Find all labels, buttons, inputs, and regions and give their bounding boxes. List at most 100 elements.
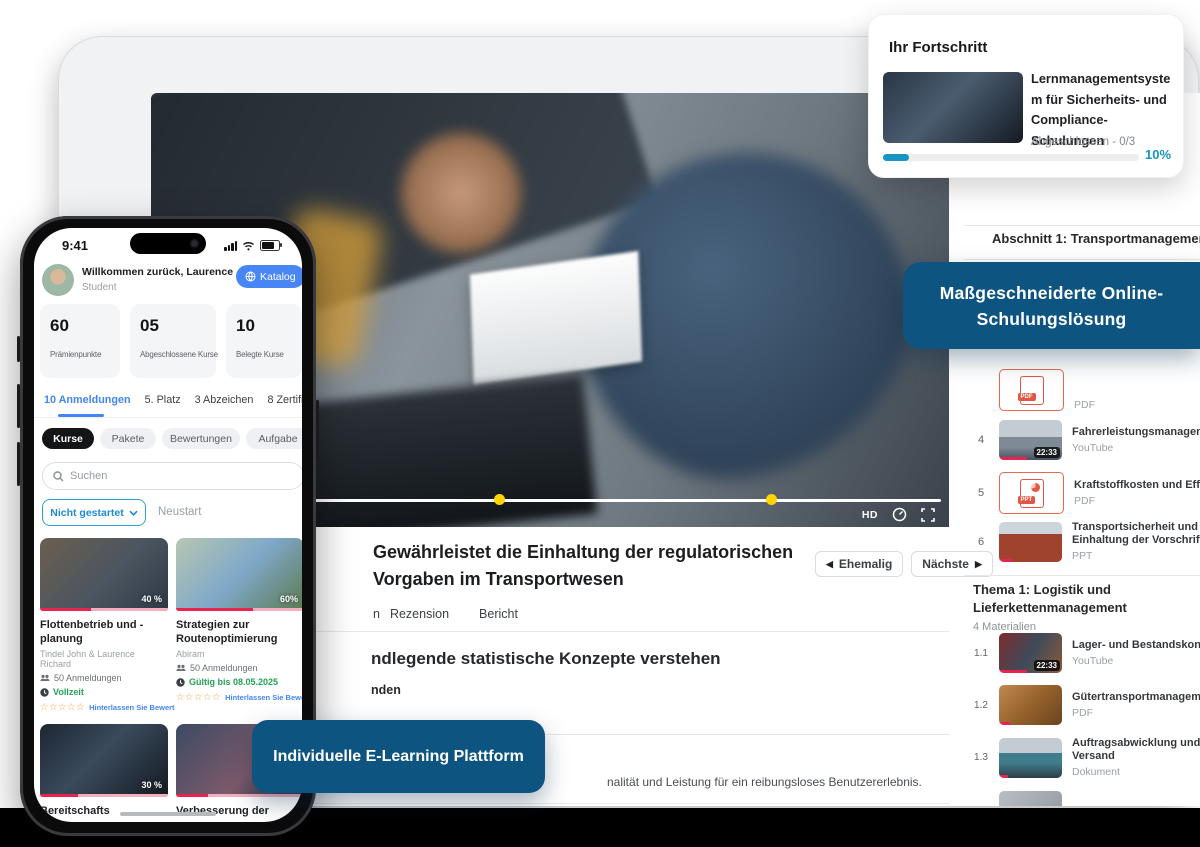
seek-marker-icon[interactable] (494, 494, 505, 505)
course-author: Tindel John & Laurence Richard (40, 649, 168, 669)
catalog-button[interactable]: Katalog (236, 265, 302, 288)
ribbon-line-2: Schulungslösung (977, 306, 1127, 332)
battery-icon (260, 240, 280, 251)
search-placeholder: Suchen (70, 470, 107, 482)
lesson-item[interactable]: 6 Transportsicherheit und Einhaltung der… (973, 521, 1200, 562)
active-tab-indicator (58, 414, 104, 417)
dynamic-island (130, 233, 206, 254)
stat-value: 60 (50, 316, 69, 336)
course-thumbnail: 40 % (40, 538, 168, 611)
lesson-item-title: Fahrerleistungsmanagement (1072, 426, 1200, 439)
previous-lesson-button[interactable]: ◀ Ehemalig (815, 551, 903, 577)
home-indicator[interactable] (120, 812, 216, 816)
course-card-partial[interactable]: 30 % Bereitschafts (40, 724, 168, 818)
completion-status: Abgeschlossen - 0/3 (1031, 136, 1135, 148)
divider (964, 575, 1200, 576)
video-scene-paper (470, 251, 642, 385)
lesson-thumbnail: 22:33 (999, 420, 1062, 460)
tab-anmeldungen[interactable]: 10 Anmeldungen (44, 394, 131, 406)
tab-rezension[interactable]: Rezension (390, 607, 449, 621)
tab-platz[interactable]: 5. Platz (145, 394, 181, 406)
hd-quality-button[interactable]: HD (862, 509, 878, 521)
topic-item-partial[interactable] (973, 791, 1200, 806)
progress-card: Ihr Fortschritt Lernmanagementsystem für… (868, 14, 1184, 178)
lesson-item[interactable]: 5 PPT Kraftstoffkosten und Effizienz PDF (973, 472, 1200, 514)
chip-pakete[interactable]: Pakete (100, 428, 156, 449)
topic-item-title: Auftragsabwicklung und Versand (1072, 737, 1200, 763)
tab-bericht[interactable]: Bericht (479, 607, 518, 621)
progress-card-title: Ihr Fortschritt (889, 39, 987, 56)
previous-label: Ehemalig (839, 557, 892, 571)
stat-card-points: 60 Prämienpunkte (40, 304, 120, 378)
topic-item[interactable]: 1.2 Gütertransportmanagement PDF (973, 685, 1200, 725)
lesson-thumbnail (999, 522, 1062, 562)
course-card[interactable]: 60% Strategien zur Routenoptimierung Abi… (176, 538, 302, 703)
topic-item-title: Lager- und Bestandskontrolle (1072, 639, 1200, 652)
course-progress-label: 60% (280, 594, 298, 604)
progress-percent: 10% (1145, 147, 1171, 162)
watch-progress-bar (999, 670, 1027, 673)
tab-abzeichen[interactable]: 3 Abzeichen (195, 394, 254, 406)
topic-item-type: YouTube (1072, 655, 1200, 667)
leave-review-link[interactable]: Hinterlassen Sie Bewert (89, 703, 174, 712)
filter-neustart[interactable]: Neustart (158, 506, 201, 518)
watch-progress-bar (999, 722, 1010, 725)
watch-progress-bar (999, 559, 1012, 562)
divider (964, 259, 1200, 260)
skip-previous-icon: ◀ (826, 559, 833, 570)
status-filter-dropdown[interactable]: Nicht gestartet (42, 499, 146, 526)
playback-speed-icon[interactable] (892, 507, 907, 522)
course-progress-bar (176, 794, 302, 797)
course-author: Abiram (176, 649, 302, 659)
rating-stars-icon[interactable]: ☆☆☆☆☆ (176, 692, 221, 703)
avatar[interactable] (42, 264, 74, 296)
search-input[interactable]: Suchen (42, 462, 302, 490)
lesson-thumbnail (999, 791, 1062, 806)
lesson-item-number: 4 (973, 434, 989, 446)
topic-item-type: Dokument (1072, 766, 1200, 778)
ribbon-label: Individuelle E-Learning Plattform (273, 748, 524, 766)
lesson-item-partial[interactable]: PDF PDF (973, 369, 1200, 411)
globe-icon (245, 271, 256, 282)
lesson-item-title: Transportsicherheit und Einhaltung der V… (1072, 521, 1200, 547)
topic-item[interactable]: 1.1 22:33 Lager- und Bestandskontrolle Y… (973, 633, 1200, 673)
rating-stars-icon[interactable]: ☆☆☆☆☆ (40, 702, 85, 713)
stat-card-enrolled: 10 Belegte Kurse (226, 304, 302, 378)
next-label: Nächste (922, 557, 969, 571)
leave-review-link[interactable]: Hinterlassen Sie Bewert (225, 693, 302, 702)
tab-zertifikate[interactable]: 8 Zertifikate (267, 394, 302, 406)
course-title: Flottenbetrieb und - planung (40, 618, 168, 646)
course-card[interactable]: 40 % Flottenbetrieb und - planung Tindel… (40, 538, 168, 713)
stat-label: Belegte Kurse (236, 350, 284, 359)
course-thumbnail (883, 72, 1023, 143)
topic-item-title: Gütertransportmanagement (1072, 691, 1200, 704)
chevron-down-icon (129, 510, 138, 516)
course-progress-bar (40, 608, 168, 611)
content-text-fragment: nden (371, 683, 401, 697)
chip-bewertungen[interactable]: Bewertungen (162, 428, 240, 449)
enrollments-label: 50 Anmeldungen (190, 663, 258, 673)
chip-aufgabe[interactable]: Aufgabe (246, 428, 302, 449)
lesson-item-number: 6 (973, 536, 989, 548)
progress-bar-track (883, 154, 1139, 161)
search-icon (53, 471, 64, 482)
clock-icon (176, 678, 185, 687)
course-title: Strategien zur Routenoptimierung (176, 618, 302, 646)
lesson-item-type: YouTube (1072, 442, 1200, 454)
sidebar-section-header[interactable]: Abschnitt 1: Transportmanagement (992, 231, 1200, 246)
lesson-item-number: 5 (973, 487, 989, 499)
video-scene-shape (401, 133, 521, 253)
volume-button (17, 336, 20, 362)
topic-item-number: 1.1 (973, 648, 989, 659)
seek-marker-icon[interactable] (766, 494, 777, 505)
chip-kurse[interactable]: Kurse (42, 428, 94, 449)
course-meta: Vollzeit (53, 687, 84, 697)
topic-item[interactable]: 1.3 Auftragsabwicklung und Versand Dokum… (973, 737, 1200, 778)
lesson-thumbnail: 22:33 (999, 633, 1062, 673)
course-meta: Gültig bis 08.05.2025 (189, 677, 278, 687)
tab-partial[interactable]: n (373, 607, 380, 621)
materials-count: 4 Materialien (973, 621, 1036, 633)
greeting-text: Willkommen zurück, Laurence (82, 266, 233, 278)
fullscreen-icon[interactable] (921, 508, 935, 522)
lesson-item[interactable]: 4 22:33 Fahrerleistungsmanagement YouTub… (973, 420, 1200, 460)
